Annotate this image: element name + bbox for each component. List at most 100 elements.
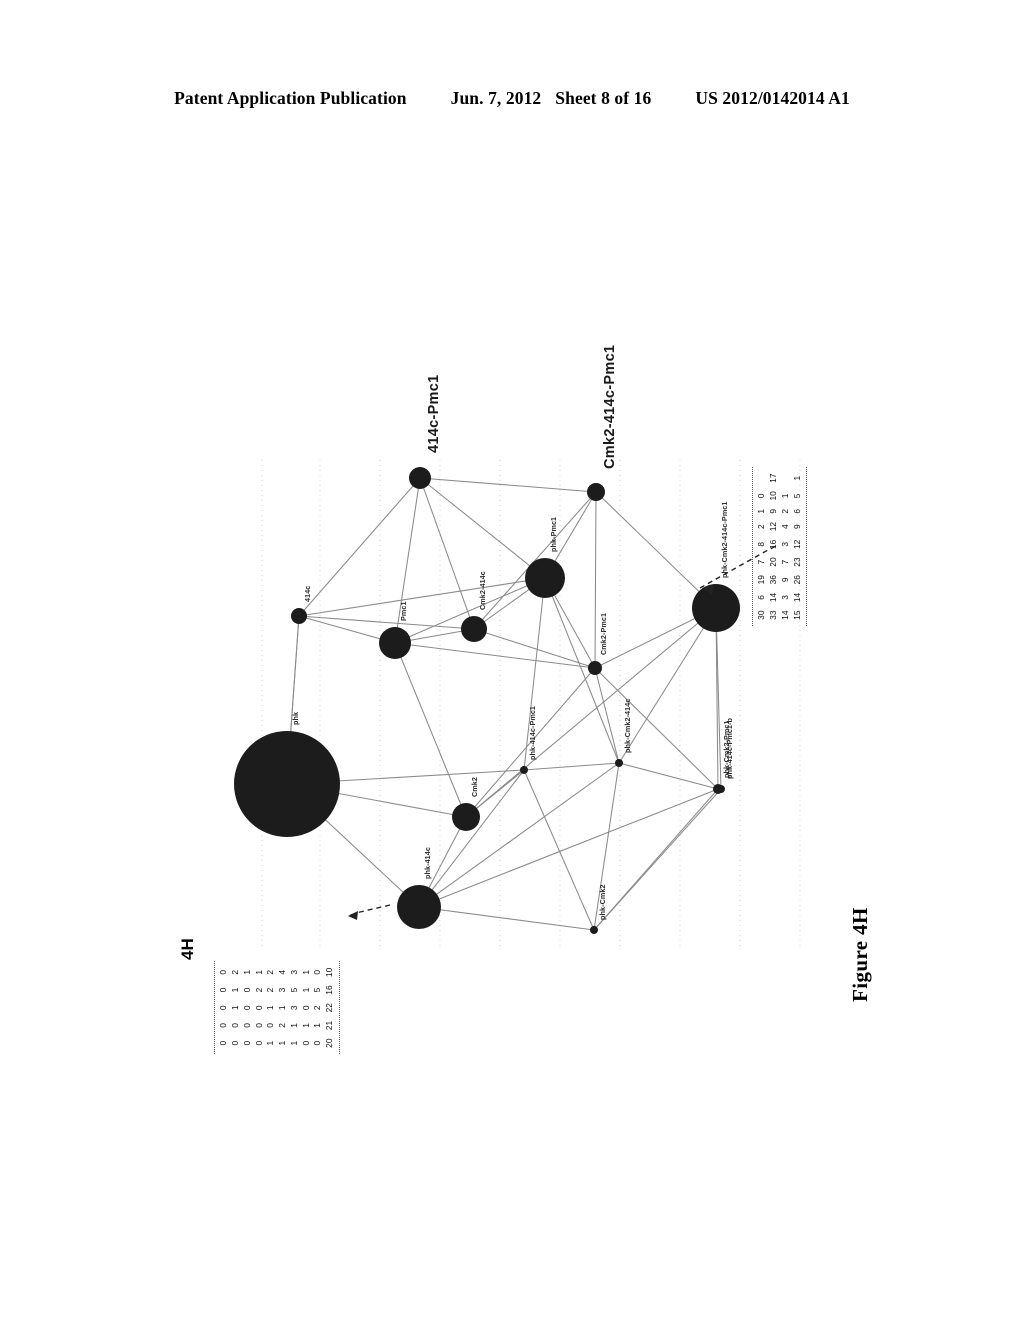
table-cell: 10	[324, 967, 335, 977]
left-callout-arrowhead	[348, 911, 358, 920]
graph-edge	[595, 491, 717, 609]
table-cell: 3	[288, 970, 299, 975]
table-cell: 2	[265, 987, 276, 993]
graph-node-n15[interactable]	[717, 785, 725, 793]
table-cell: 5	[288, 987, 299, 993]
table-cell: 2	[277, 1023, 288, 1028]
graph-node-n10[interactable]	[587, 483, 605, 501]
table-cell: 6	[756, 595, 767, 600]
table-cell: 14	[779, 610, 790, 620]
node-label-n1: 414c	[303, 585, 312, 602]
table-cell: 7	[779, 559, 790, 565]
table-cell: 1	[288, 1023, 299, 1028]
table-cell: 1	[300, 987, 311, 993]
graph-node-n6[interactable]	[397, 885, 441, 929]
table-cell: 21	[324, 1020, 335, 1031]
table-cell: 0	[756, 493, 767, 499]
graph-edge	[593, 788, 722, 931]
node-label-n14: phk-Cmk2-414c-Pmc1	[720, 501, 729, 578]
graph-node-n14[interactable]	[692, 584, 740, 632]
table-cell: 17	[767, 473, 778, 483]
node-label-n8: phk-Cmk2	[598, 884, 607, 920]
table-row: 0 0 0 0 0	[218, 963, 230, 1052]
table-cell: 2	[253, 987, 264, 993]
table-cell: 1	[229, 987, 240, 993]
graph-node-n4[interactable]	[409, 467, 431, 489]
graph-edge	[544, 577, 620, 764]
table-cell: 9	[779, 577, 790, 583]
node-label-n7: phk-Pmc1	[549, 516, 558, 552]
graph-edge	[594, 491, 597, 669]
graph-node-n2[interactable]	[379, 627, 411, 659]
graph-edge	[594, 667, 719, 790]
table-cell: 1	[265, 1005, 276, 1011]
graph-edge	[419, 477, 475, 630]
table-cell: 14	[767, 592, 778, 603]
graph-node-n0[interactable]	[234, 731, 340, 837]
table-cell: 16	[767, 539, 778, 549]
table-cell: 0	[312, 970, 323, 975]
graph-node-n9[interactable]	[588, 661, 602, 675]
table-cell: 33	[767, 610, 778, 620]
table-cell: 0	[265, 1023, 276, 1028]
table-cell: 19	[756, 575, 767, 585]
node-label-n11: phk-414c-Pmc1	[528, 705, 537, 760]
table-cell: 1	[277, 1005, 288, 1011]
table-cell: 3	[779, 542, 790, 547]
table-cell: 3	[779, 595, 790, 600]
graph-edge	[418, 762, 620, 908]
node-label-n5: Cmk2-414c	[478, 571, 487, 610]
graph-node-n12[interactable]	[615, 759, 623, 767]
graph-edge	[594, 667, 620, 764]
graph-node-n3[interactable]	[452, 803, 480, 831]
node-label-n6: phk-414c	[423, 847, 432, 879]
table-cell: 4	[277, 970, 288, 975]
graph-edge	[298, 577, 546, 617]
table-cell: 0	[218, 970, 229, 975]
table-row: 20 21 22 16 10	[324, 963, 336, 1052]
table-cell: 0	[300, 1005, 311, 1011]
table-cell: 5	[312, 987, 323, 993]
table-cell: 0	[229, 1023, 240, 1028]
table-cell: 1	[300, 1023, 311, 1028]
table-cell: 2	[229, 970, 240, 975]
graph-edge	[523, 762, 620, 771]
graph-node-n1[interactable]	[291, 608, 307, 624]
graph-node-n11[interactable]	[520, 766, 528, 774]
graph-edge	[465, 607, 717, 818]
table-row: 0 0 0 2 1	[253, 963, 265, 1052]
table-cell: 1	[288, 1040, 299, 1046]
table-cell: 1	[265, 1040, 276, 1046]
table-cell: 0	[300, 1040, 311, 1046]
graph-edge	[394, 642, 596, 669]
node-label-n12: phk-Cmk2-414c	[623, 698, 632, 753]
table-row: 1 2 1 3 4	[277, 963, 289, 1052]
graph-edge	[523, 769, 595, 931]
graph-node-n5[interactable]	[461, 616, 487, 642]
graph-edge	[618, 762, 719, 790]
table-cell: 2	[312, 1005, 323, 1011]
table-cell: 1	[229, 1005, 240, 1011]
table-cell: 9	[767, 508, 778, 514]
table-cell: 0	[241, 1040, 252, 1046]
table-cell: 22	[324, 1003, 335, 1013]
node-label-n9: Cmk2-Pmc1	[599, 612, 608, 655]
left-data-table: 0000000112000010002110122121341135301011…	[214, 961, 340, 1054]
table-cell: 15	[791, 610, 802, 620]
graph-node-n7[interactable]	[525, 558, 565, 598]
table-cell: 26	[791, 575, 802, 585]
graph-node-n8[interactable]	[590, 926, 598, 934]
table-cell: 1	[253, 970, 264, 975]
table-row: 0 0 1 1 2	[230, 963, 242, 1052]
table-cell: 30	[756, 610, 767, 620]
table-cell: 0	[218, 1040, 229, 1046]
node-label-n2: Pmc1	[399, 601, 408, 621]
graph-nodes	[234, 467, 740, 934]
node-label-n10: Cmk2-414c-Pmc1	[602, 344, 618, 469]
table-cell: 0	[218, 987, 229, 993]
graph-edge	[419, 477, 597, 493]
table-row: 1 1 3 5 3	[289, 963, 301, 1052]
table-cell: 0	[253, 1005, 264, 1011]
table-cell: 0	[253, 1040, 264, 1046]
table-cell: 0	[312, 1040, 323, 1046]
